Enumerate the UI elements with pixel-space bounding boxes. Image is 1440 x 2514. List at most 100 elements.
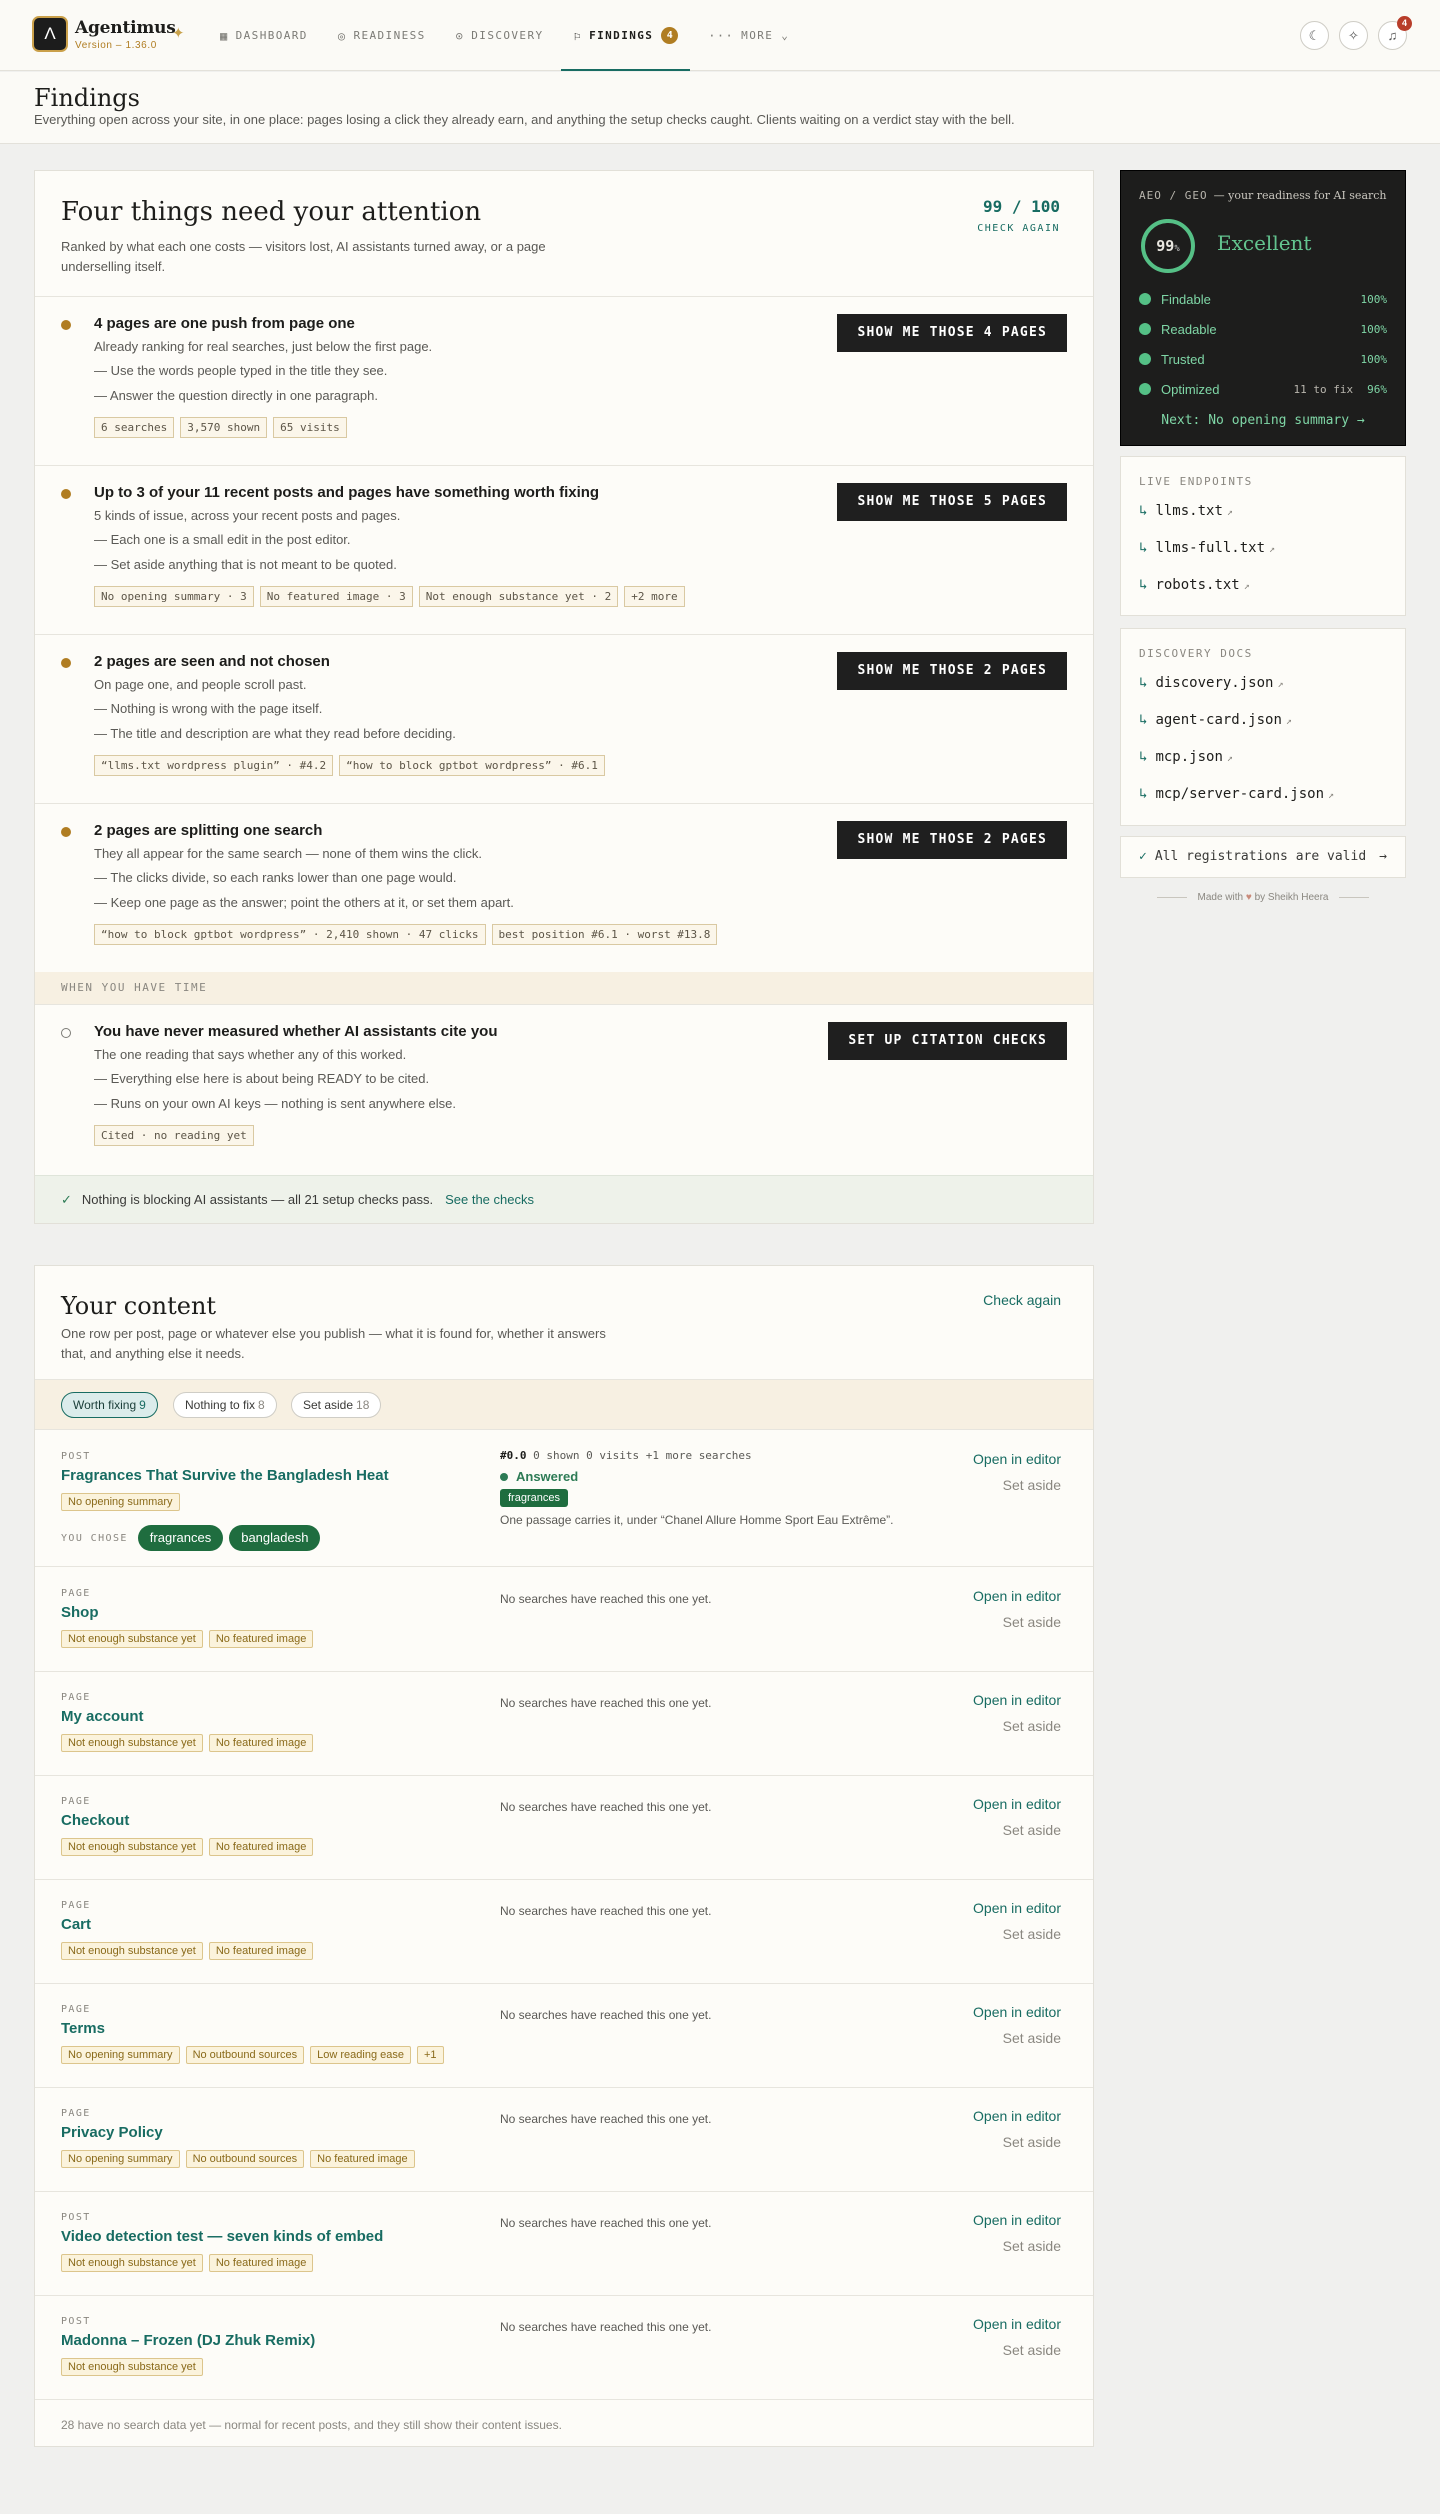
finding-chip: best position #6.1 · worst #13.8 [491,924,718,945]
row-title-link[interactable]: Madonna – Frozen (DJ Zhuk Remix) [61,2332,315,2349]
content-row: PAGE Shop Not enough substance yet No featu… [35,1568,1093,1672]
assistant-button[interactable]: ✧ [1339,21,1368,50]
row-title-link[interactable]: Cart [61,1916,91,1933]
open-in-editor-link[interactable]: Open in editor [973,2108,1061,2124]
verdict: Excellent [1217,231,1312,255]
tab-more[interactable]: ··· MORE ⌄ [693,0,804,71]
open-in-editor-link[interactable]: Open in editor [973,1588,1061,1604]
search-note: No searches have reached this one yet. [500,1592,712,1606]
app-logo[interactable]: Λ [32,16,68,52]
setup-citation-checks-button[interactable]: SET UP CITATION CHECKS [828,1022,1067,1060]
endpoint-link[interactable]: ↳ llms.txt ↗ [1139,503,1233,519]
corner-arrow-icon: ↳ [1139,749,1148,765]
open-in-editor-link[interactable]: Open in editor [973,2004,1061,2020]
optional-dot [61,1028,71,1038]
filter-count: 8 [258,1398,265,1412]
open-in-editor-link[interactable]: Open in editor [973,1451,1061,1467]
tab-readiness[interactable]: ◎ READINESS [323,0,441,71]
metric-readable[interactable]: Readable 100% [1139,319,1387,339]
filter-set-aside[interactable]: Set aside 18 [291,1392,382,1418]
notifications-button[interactable]: ♫ 4 [1378,16,1412,50]
content-row: POST Madonna – Frozen (DJ Zhuk Remix) Not … [35,2296,1093,2400]
row-title-link[interactable]: Shop [61,1604,99,1621]
doc-link[interactable]: ↳ agent-card.json ↗ [1139,712,1292,728]
aeo-readiness-panel: AEO / GEO — your readiness for AI search … [1120,170,1406,446]
topic-pill[interactable]: fragrances [137,1525,224,1551]
check-again-button[interactable]: CHECK AGAIN [977,223,1060,234]
tab-label: FINDINGS [589,29,654,42]
passage-note: One passage carries it, under “Chanel Al… [500,1513,894,1527]
score-block: 99 / 100 CHECK AGAIN [977,197,1060,234]
metric-value: 100% [1360,292,1388,306]
row-title-link[interactable]: Privacy Policy [61,2124,163,2141]
page-header: Findings Everything open across your sit… [0,72,1440,144]
issue-tag: Not enough substance yet [61,1942,203,1960]
finding-bullet: — Set aside anything that is not meant t… [94,557,397,572]
topic-pill[interactable]: bangladesh [229,1525,321,1551]
open-in-editor-link[interactable]: Open in editor [973,2212,1061,2228]
open-in-editor-link[interactable]: Open in editor [973,2316,1061,2332]
issue-tag: Not enough substance yet [61,2358,203,2376]
filter-worth-fixing[interactable]: Worth fixing 9 [61,1392,158,1418]
show-pages-button[interactable]: SHOW ME THOSE 5 PAGES [837,483,1067,521]
set-aside-link[interactable]: Set aside [1003,2342,1061,2358]
metric-findable[interactable]: Findable 100% [1139,289,1387,309]
score-unit: % [1174,244,1180,254]
app-version: Version – 1.36.0 [75,40,157,51]
score-value: 99 / 100 [982,197,1060,216]
dark-mode-toggle[interactable]: ☾ [1300,21,1329,50]
row-title-link[interactable]: Video detection test — seven kinds of em… [61,2228,383,2245]
show-pages-button[interactable]: SHOW ME THOSE 4 PAGES [837,314,1067,352]
priority-dot [61,827,71,837]
row-type: POST [61,2316,91,2327]
set-aside-link[interactable]: Set aside [1003,2134,1061,2150]
metric-optimized[interactable]: Optimized 11 to fix 96% [1139,379,1387,399]
open-in-editor-link[interactable]: Open in editor [973,1692,1061,1708]
tab-discovery[interactable]: ⊙ DISCOVERY [441,0,559,71]
registrations-status[interactable]: ✓ All registrations are valid → [1120,836,1406,878]
open-in-editor-link[interactable]: Open in editor [973,1796,1061,1812]
set-aside-link[interactable]: Set aside [1003,1477,1061,1493]
metric-value: 100% [1360,352,1388,366]
tab-dashboard[interactable]: ▦ DASHBOARD [205,0,323,71]
finding-chip: No featured image · 3 [259,586,413,607]
see-checks-link[interactable]: See the checks [445,1192,534,1207]
endpoint-link[interactable]: ↳ llms-full.txt ↗ [1139,540,1275,556]
set-aside-link[interactable]: Set aside [1003,2238,1061,2254]
row-title-link[interactable]: Checkout [61,1812,129,1829]
tab-findings[interactable]: ⚐ FINDINGS 4 [558,0,693,71]
filter-label: Nothing to fix [185,1398,256,1412]
set-aside-link[interactable]: Set aside [1003,2030,1061,2046]
filter-count: 9 [139,1398,146,1412]
row-title-link[interactable]: Terms [61,2020,105,2037]
show-pages-button[interactable]: SHOW ME THOSE 2 PAGES [837,652,1067,690]
set-aside-link[interactable]: Set aside [1003,1822,1061,1838]
search-note: No searches have reached this one yet. [500,2112,712,2126]
filter-nothing-to-fix[interactable]: Nothing to fix 8 [173,1392,277,1418]
set-aside-link[interactable]: Set aside [1003,1926,1061,1942]
set-aside-link[interactable]: Set aside [1003,1614,1061,1630]
status-dot [1139,383,1151,395]
check-again-link[interactable]: Check again [983,1292,1061,1308]
doc-link[interactable]: ↳ discovery.json ↗ [1139,675,1283,691]
row-tags: No opening summary No outbound sources No … [61,2150,415,2168]
finding-chip: 65 visits [273,417,347,438]
content-row: POST Fragrances That Survive the Banglad… [35,1431,1093,1567]
doc-link[interactable]: ↳ mcp/server-card.json ↗ [1139,786,1334,802]
show-pages-button[interactable]: SHOW ME THOSE 2 PAGES [837,821,1067,859]
external-link-icon: ↗ [1226,507,1233,518]
finding-bullet: — Everything else here is about being RE… [94,1071,430,1086]
row-title-link[interactable]: My account [61,1708,144,1725]
doc-link[interactable]: ↳ mcp.json ↗ [1139,749,1233,765]
issue-tag: No opening summary [61,2150,180,2168]
more-chip[interactable]: +2 more [624,586,685,607]
endpoint-link[interactable]: ↳ robots.txt ↗ [1139,577,1250,593]
row-title-link[interactable]: Fragrances That Survive the Bangladesh H… [61,1467,389,1484]
next-fix-link[interactable]: Next: No opening summary → [1121,413,1405,428]
more-icon: ··· [708,28,735,43]
set-aside-link[interactable]: Set aside [1003,1718,1061,1734]
metric-trusted[interactable]: Trusted 100% [1139,349,1387,369]
finding-chip: “llms.txt wordpress plugin” · #4.2 [94,755,334,776]
open-in-editor-link[interactable]: Open in editor [973,1900,1061,1916]
metric-name: Findable [1161,291,1211,307]
